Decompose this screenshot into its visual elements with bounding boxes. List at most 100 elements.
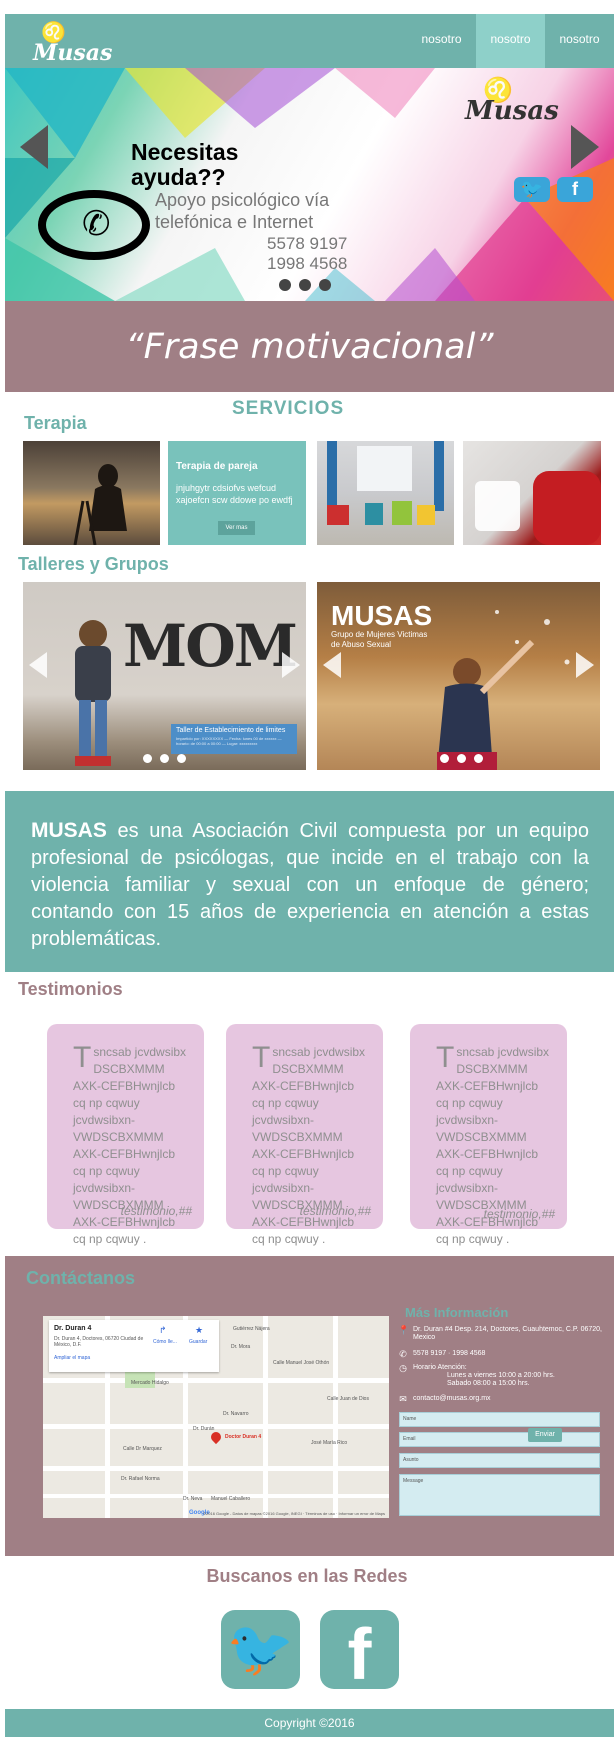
ver-mas-button[interactable]: Ver mas [218,521,255,535]
address-text: Dr. Duran #4 Desp. 214, Doctores, Cuauht… [413,1326,602,1341]
taller-title: Taller de Establecimiento de limites [176,727,286,734]
street-label: Dr. Neva [183,1496,203,1502]
social-title: Buscanos en las Redes [206,1566,408,1586]
twitter-icon[interactable]: 🐦 [221,1610,300,1689]
map-info-card: Dr. Duran 4 Dr. Duran 4, Doctores, 06720… [49,1320,219,1372]
taller-info-box: Taller de Establecimiento de limites Imp… [171,724,297,754]
quote-band: “Frase motivacional” [5,301,614,392]
contact-section: Contáctanos Gutiérrez Nájera Dr. Mora Ca… [5,1256,614,1556]
terapia-image-3[interactable] [317,441,454,545]
slide-dot[interactable] [440,754,449,763]
place-name: Dr. Duran 4 [54,1325,92,1332]
email-row: ✉ contacto@musas.org.mx [398,1394,491,1404]
slide-dot[interactable] [279,279,291,291]
slide-dot[interactable] [160,754,169,763]
hours-saturday: Sabado 08:00 a 15:00 hrs. [447,1380,530,1387]
facebook-icon[interactable]: f [320,1610,399,1695]
banner-prev-arrow[interactable] [323,652,341,678]
street-label: Manuel Caballero [211,1496,251,1502]
nav-item-nosotro-2[interactable]: nosotro [476,14,545,68]
hours-week: Lunes a viernes 10:00 a 20:00 hrs. [447,1372,555,1379]
room-illustration [327,441,444,525]
map-street [263,1316,268,1518]
child-figure [75,620,111,766]
street-label: José María Rico [311,1440,348,1446]
street-label: Calle Juan de Dios [327,1396,369,1402]
embedded-map[interactable]: Gutiérrez Nájera Dr. Mora Calle Manuel J… [43,1316,389,1518]
slide-dot[interactable] [177,754,186,763]
slide-dot[interactable] [299,279,311,291]
card-title: Terapia de pareja [176,461,258,472]
email-text[interactable]: contacto@musas.org.mx [413,1395,491,1403]
banner-next-arrow[interactable] [282,652,300,678]
enlarge-map-link[interactable]: Ampliar el mapa [54,1355,90,1361]
clock-icon: ◷ [399,1363,407,1373]
street-label: Mercado Hidalgo [131,1380,169,1386]
hours-label: Horario Atención: [413,1364,467,1371]
testimonios-title: Testimonios [18,979,123,999]
twitter-icon[interactable]: 🐦 [514,177,550,202]
phone-row: ✆ 5578 9197 · 1998 4568 [398,1349,485,1359]
drop-cap: T [252,1041,271,1074]
banner-slide-dots [143,754,186,763]
card-text: jnjuhgytr cdsiofvs wefcud xajoefcn scw d… [176,483,293,505]
terapia-image-4[interactable] [463,441,601,545]
hero-phone-1: 5578 9197 [267,234,348,253]
directions-icon[interactable]: ↱ [159,1325,167,1336]
address-row: 📍 Dr. Duran #4 Desp. 214, Doctores, Cuau… [398,1326,603,1342]
slide-dot[interactable] [474,754,483,763]
hero-prev-arrow[interactable] [20,125,48,169]
banner-next-arrow[interactable] [576,652,594,678]
terapia-pareja-card[interactable]: Terapia de pareja jnjuhgytr cdsiofvs wef… [168,441,306,545]
contact-title: Contáctanos [26,1268,136,1288]
hero-logo-text: Musas [465,96,559,126]
about-section: MUSAS es una Asociación Civil compuesta … [5,791,614,972]
directions-link[interactable]: Cómo lle... [153,1339,177,1345]
talleres-title: Talleres y Grupos [18,554,169,574]
street-label: Dr. Durán [193,1426,215,1432]
hero-next-arrow[interactable] [571,125,599,169]
grupo-banner[interactable]: MUSAS Grupo de Mujeres Victimas de Abuso… [317,582,600,770]
name-input[interactable]: Name [399,1412,600,1427]
hours-text: Horario Atención: Lunes a viernes 10:00 … [413,1364,555,1388]
musas-logo[interactable]: ♌ Musas [31,18,131,66]
about-lead: MUSAS [31,819,107,842]
facebook-icon[interactable]: f [557,177,593,202]
map-pin-icon[interactable] [208,1429,224,1445]
services-title: SERVICIOS [232,398,345,419]
email-input[interactable]: Email [399,1432,600,1447]
message-textarea[interactable]: Message [399,1474,600,1516]
pin-label: Doctor Duran 4 [225,1434,262,1440]
phone-icon: ✆ [399,1349,407,1359]
hero-slide-dots [279,279,331,291]
street-label: Calle Manuel José Othón [273,1360,330,1366]
envelope-icon: ✉ [399,1394,407,1404]
banner-prev-arrow[interactable] [29,652,47,678]
street-label: Gutiérrez Nájera [233,1326,270,1332]
slide-dot[interactable] [143,754,152,763]
street-label: Dr. Rafael Norma [121,1476,160,1482]
footer-copyright: Copyright ©2016 [5,1709,614,1737]
hero-title: Necesitas ayuda?? [131,139,239,190]
slide-dot[interactable] [319,279,331,291]
slide-dot[interactable] [457,754,466,763]
star-icon[interactable]: ★ [195,1325,203,1336]
grupo-title: MUSAS [331,600,433,631]
drop-cap: T [436,1041,455,1074]
testimonial-card: Tsncsab jcvdwsibx DSCBXMMM AXK-CEFBHwnjl… [226,1024,383,1246]
hero-musas-logo: ♌ Musas [457,76,597,126]
send-button[interactable]: Enviar [528,1428,562,1442]
taller-banner[interactable]: MOM Taller de Establecimiento de limites… [23,582,306,770]
nav-item-nosotro-1[interactable]: nosotro [407,14,476,68]
drop-cap: T [73,1041,92,1074]
subject-input[interactable]: Asunto [399,1453,600,1468]
testimonial-card: Tsncsab jcvdwsibx DSCBXMMM AXK-CEFBHwnjl… [410,1024,567,1246]
terapia-image-1[interactable] [23,441,160,545]
more-info-title: Más Información [405,1305,509,1320]
testimonial-signature: testimonio,## [120,1204,192,1218]
hero-subtitle: Apoyo psicológico vía telefónica e Inter… [155,190,330,232]
about-body: es una Asociación Civil compuesta por un… [31,820,589,950]
hero-phone-2: 1998 4568 [267,254,348,273]
nav-item-nosotro-3[interactable]: nosotro [545,14,614,68]
save-link[interactable]: Guardar [189,1339,207,1345]
